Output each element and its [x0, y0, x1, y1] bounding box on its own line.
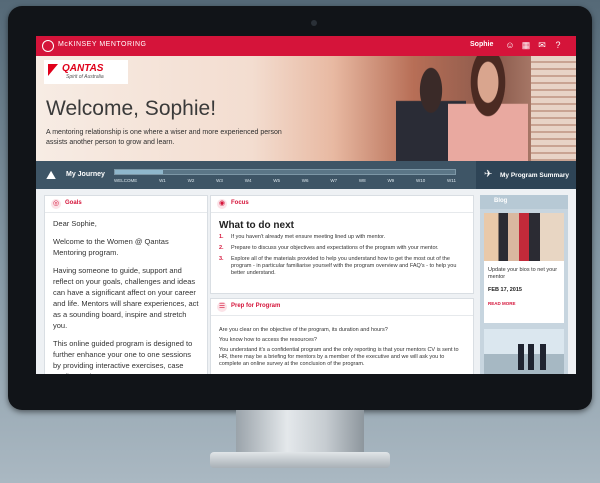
goals-body: Dear Sophie, Welcome to the Women @ Qant…	[53, 218, 199, 374]
help-icon[interactable]: ?	[552, 39, 564, 51]
logo-text: QANTAS	[62, 63, 104, 74]
top-navbar: McKINSEY MENTORING Sophie ☺ ▦ ✉ ?	[36, 36, 576, 56]
blog-header: Blog	[480, 195, 568, 209]
blog-post-date: FEB 17, 2015	[488, 287, 522, 293]
calendar-icon[interactable]: ▦	[520, 39, 532, 51]
kangaroo-icon	[48, 64, 58, 76]
prep-list: Are you clear on the objective of the pr…	[219, 327, 465, 371]
journey-step[interactable]: W9	[387, 178, 394, 183]
program-summary-bar[interactable]: ✈ My Program Summary	[476, 161, 576, 189]
notifications-icon[interactable]: ✉	[536, 39, 548, 51]
list-number: 3.	[219, 256, 224, 262]
journey-step[interactable]: W5	[273, 178, 280, 183]
goals-paragraph: Having someone to guide, support and ref…	[53, 266, 199, 330]
list-text: Explore all of the materials provided to…	[231, 256, 457, 276]
screen: McKINSEY MENTORING Sophie ☺ ▦ ✉ ? QANTAS…	[36, 36, 576, 374]
list-text: Prepare to discuss your objectives and e…	[231, 245, 439, 251]
hero-background-photo	[531, 56, 576, 161]
list-text: If you haven't already met ensure meetin…	[231, 234, 386, 240]
journey-step[interactable]: W1	[159, 178, 166, 183]
list-item: 1. If you haven't already met ensure mee…	[219, 234, 465, 241]
map-icon: ⛰	[46, 168, 57, 182]
prep-title: Prep for Program	[231, 303, 281, 309]
intro-text: A mentoring relationship is one where a …	[46, 129, 282, 146]
logo-tagline: Spirit of Australia	[66, 74, 104, 80]
focus-list: 1. If you haven't already met ensure mee…	[219, 234, 465, 281]
brand-logo-icon[interactable]	[42, 40, 54, 52]
focus-icon: ◉	[217, 199, 227, 209]
goals-card: ◎ Goals Dear Sophie, Welcome to the Wome…	[44, 195, 208, 374]
blog-photo-people[interactable]	[484, 329, 564, 374]
user-name[interactable]: Sophie	[470, 41, 493, 48]
journey-step[interactable]: W8	[359, 178, 366, 183]
focus-heading: What to do next	[219, 220, 294, 231]
journey-step[interactable]: W2	[188, 178, 195, 183]
webcam	[311, 20, 317, 26]
journey-step[interactable]: WELCOME	[114, 178, 137, 183]
journey-step[interactable]: W11	[447, 178, 456, 183]
blog-photo-group[interactable]	[484, 213, 564, 261]
goals-title: Goals	[65, 200, 82, 206]
list-item: 2. Prepare to discuss your objectives an…	[219, 245, 465, 252]
person-figure	[540, 344, 546, 370]
checklist-icon: ☰	[217, 302, 227, 312]
welcome-heading: Welcome, Sophie!	[46, 97, 217, 120]
journey-step[interactable]: W10	[416, 178, 425, 183]
journey-step[interactable]: W7	[330, 178, 337, 183]
focus-card: ◉ Focus What to do next 1. If you haven'…	[210, 195, 474, 294]
blog-post-text[interactable]: Update your bios to net your mentor	[488, 267, 562, 281]
read-more-link[interactable]: READ MORE	[488, 301, 516, 306]
target-icon: ◎	[51, 199, 61, 209]
hero-photo-woman	[448, 56, 528, 161]
journey-progress-fill	[115, 170, 163, 174]
journey-label[interactable]: My Journey	[66, 171, 105, 178]
list-item: Are you clear on the objective of the pr…	[219, 327, 388, 333]
goals-paragraph: Welcome to the Women @ Qantas Mentoring …	[53, 237, 169, 257]
journey-step[interactable]: W3	[216, 178, 223, 183]
journey-step[interactable]: W6	[302, 178, 309, 183]
blog-sidebar: Blog Update your bios to net your mentor…	[480, 195, 568, 374]
goals-header: ◎ Goals	[45, 196, 207, 213]
summary-icon: ✈	[484, 169, 493, 180]
monitor-stand	[236, 410, 364, 458]
list-number: 1.	[219, 234, 224, 240]
hero-banner: QANTAS Spirit of Australia Welcome, Soph…	[36, 56, 576, 161]
goals-paragraph: This online guided program is designed t…	[53, 339, 193, 374]
journey-step[interactable]: W4	[245, 178, 252, 183]
person-figure	[518, 344, 524, 370]
list-number: 2.	[219, 245, 224, 251]
brand-name[interactable]: McKINSEY MENTORING	[58, 41, 146, 48]
list-item: 3. Explore all of the materials provided…	[219, 256, 465, 277]
focus-header: ◉ Focus	[211, 196, 473, 213]
prep-card: ☰ Prep for Program Are you clear on the …	[210, 298, 474, 374]
journey-progress-track	[114, 169, 456, 175]
profile-icon[interactable]: ☺	[504, 39, 516, 51]
person-figure	[528, 344, 534, 370]
focus-title: Focus	[231, 200, 249, 206]
blog-post[interactable]: Update your bios to net your mentor FEB …	[484, 261, 564, 323]
journey-bar: ⛰ My Journey WELCOME W1 W2 W3 W4 W5 W6 W7 W8 W9 W1…	[36, 161, 476, 189]
journey-steps: WELCOME W1 W2 W3 W4 W5 W6 W7 W8 W9 W10 W11	[114, 178, 456, 183]
prep-header: ☰ Prep for Program	[211, 299, 473, 316]
blog-title: Blog	[494, 198, 508, 204]
list-item: You understand it's a confidential progr…	[219, 347, 459, 367]
summary-label[interactable]: My Program Summary	[500, 172, 569, 179]
goals-paragraph: Dear Sophie,	[53, 219, 97, 228]
list-item: You know how to access the resources?	[219, 337, 317, 343]
qantas-logo: QANTAS Spirit of Australia	[44, 60, 128, 84]
monitor-base	[210, 452, 390, 468]
